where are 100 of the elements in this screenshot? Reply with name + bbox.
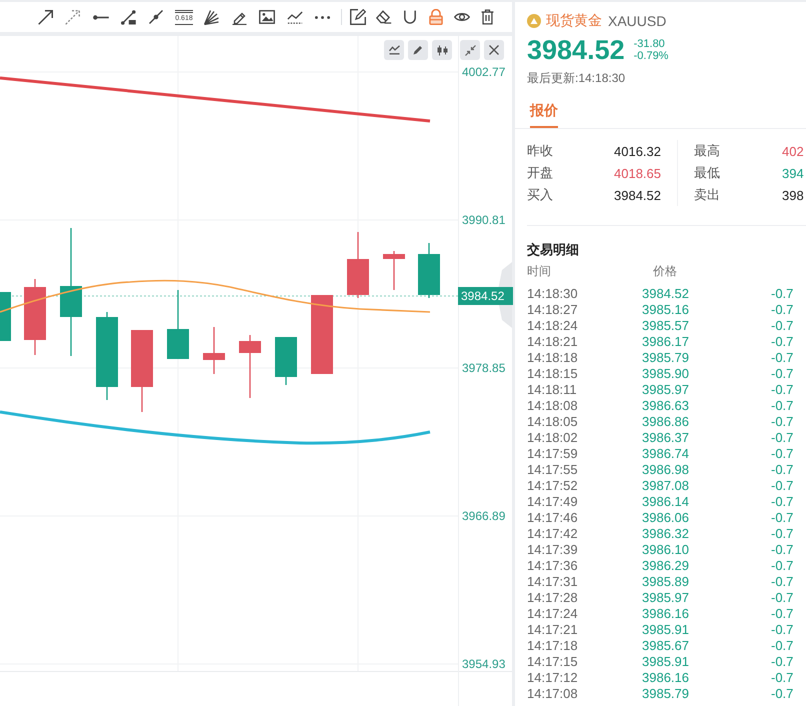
candle [383,251,405,290]
stat-label: 卖出 [694,186,721,204]
close-button[interactable] [484,40,504,60]
trade-price: 3986.10 [642,542,690,558]
instrument-symbol: XAUUSD [608,13,666,29]
stat-label: 最低 [694,164,721,182]
trade-time: 14:17:18 [526,638,579,654]
trade-change: -0.7 [771,414,794,430]
trade-time: 14:17:24 [526,606,579,622]
price-change-percent: -0.79% [634,50,668,62]
fan-lines-icon[interactable] [204,10,220,24]
last-update-time: 最后更新:14:18:30 [526,70,626,86]
trade-change: -0.7 [771,382,794,398]
trade-price: 3986.16 [642,670,690,686]
lock-icon[interactable] [428,9,443,25]
trade-price: 3986.63 [642,398,690,414]
trade-change: -0.7 [771,494,794,510]
edit-icon[interactable] [350,9,366,25]
segment-icon[interactable] [120,10,136,24]
trade-price: 3985.79 [642,686,690,702]
more-icon[interactable] [315,16,330,18]
trade-price: 3985.91 [642,654,690,670]
collapse-button[interactable] [460,40,480,60]
trade-time: 14:18:15 [526,366,579,382]
collapse-arrows-icon [464,44,476,56]
trade-time: 14:18:02 [526,430,579,446]
horizontal-line-icon[interactable] [92,14,109,20]
pencil-icon [413,45,423,55]
trade-change: -0.7 [771,318,794,334]
price-change: -31.80 [634,38,666,50]
price-axis-label: 3990.81 [462,212,506,228]
line-chart-icon[interactable] [287,10,304,24]
wave-line-icon [388,45,400,55]
trade-price: 3986.32 [642,526,690,542]
candle [418,243,440,298]
diagonal-arrow-icon[interactable] [38,10,52,24]
eye-icon[interactable] [454,12,470,22]
price-axis-label: 4002.77 [462,64,506,80]
stat-value: 398 [782,188,804,202]
trade-price: 3985.90 [642,366,690,382]
trade-price: 3985.89 [642,574,690,590]
last-price-tag: 3984.52 [458,287,513,305]
trade-time: 14:17:08 [526,686,579,702]
eraser-icon[interactable] [376,10,392,24]
trade-time: 14:17:36 [526,558,579,574]
trade-time: 14:17:21 [526,622,579,638]
candles-icon [436,44,448,56]
trade-price: 3986.17 [642,334,690,350]
trade-price: 3986.16 [642,606,690,622]
image-icon[interactable] [259,10,276,24]
trade-change: -0.7 [771,574,794,590]
stat-value: 4018.65 [614,166,661,180]
trade-price: 3985.97 [642,382,690,398]
trade-price: 3986.37 [642,430,690,446]
trade-time: 14:18:30 [526,286,579,302]
trade-change: -0.7 [771,542,794,558]
trade-price: 3985.91 [642,622,690,638]
trade-price: 3986.14 [642,494,690,510]
trade-price: 3985.97 [642,590,690,606]
candle [239,335,261,398]
stat-label: 开盘 [527,164,553,182]
column-header: 时间 [526,263,552,279]
trade-time: 14:18:27 [526,302,579,318]
trade-time: 14:17:15 [526,654,579,670]
instrument-name: 现货黄金 [546,12,602,30]
trade-time: 14:17:39 [526,542,579,558]
trade-time: 14:17:49 [526,494,579,510]
trade-time: 14:17:46 [526,510,579,526]
candles-button[interactable] [432,40,452,60]
trade-time: 14:18:18 [526,350,579,366]
price-axis-label: 3966.89 [462,508,506,524]
candle [203,327,225,374]
trade-price: 3987.08 [642,478,690,494]
stat-label: 买入 [527,186,553,204]
trade-change: -0.7 [771,510,794,526]
trade-change: -0.7 [771,670,794,686]
trade-time: 14:17:55 [526,462,579,478]
dashed-arrow-icon[interactable] [65,10,80,24]
trade-price: 3986.74 [642,446,690,462]
trade-price: 3985.57 [642,318,690,334]
trade-change: -0.7 [771,622,794,638]
trash-icon[interactable] [481,9,494,25]
candle [347,232,369,298]
trade-time: 14:17:59 [526,446,579,462]
trade-change: -0.7 [771,526,794,542]
trade-time: 14:17:52 [526,478,579,494]
trade-time: 14:18:24 [526,318,579,334]
trade-price: 3985.16 [642,302,690,318]
coin-icon [527,14,541,28]
close-icon [489,45,499,55]
trade-change: -0.7 [771,350,794,366]
draw-button[interactable] [408,40,428,60]
trade-change: -0.7 [771,606,794,622]
stat-value: 394 [782,166,804,180]
indicator-button[interactable] [384,40,404,60]
magnet-icon[interactable] [404,10,416,24]
trade-change: -0.7 [771,398,794,414]
candle [0,292,11,341]
trend-line-icon[interactable] [149,10,164,24]
trade-change: -0.7 [771,462,794,478]
